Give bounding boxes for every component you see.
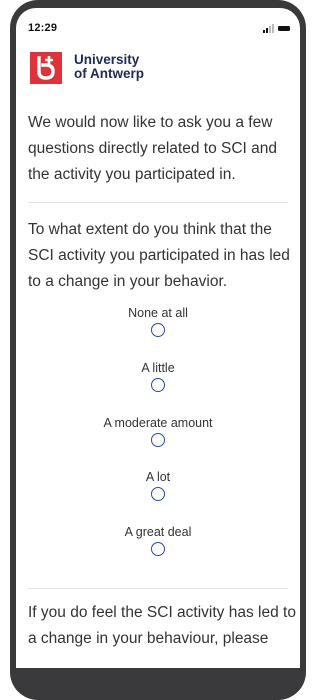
university-logo-icon — [30, 52, 62, 84]
divider — [28, 588, 288, 589]
option-label: A great deal — [124, 525, 192, 539]
option-label: A little — [141, 361, 175, 375]
logo-text-line2: of Antwerp — [74, 66, 144, 81]
radio-icon[interactable] — [151, 378, 165, 392]
status-time: 12:29 — [28, 22, 58, 34]
option-a-little[interactable]: A little — [16, 361, 300, 403]
divider — [28, 202, 288, 203]
status-bar: 12:29 — [16, 8, 300, 38]
university-logo: University of Antwerp — [30, 52, 180, 92]
logo-text-line1: University — [74, 52, 140, 67]
radio-icon[interactable] — [151, 433, 165, 447]
radio-icon[interactable] — [151, 487, 165, 501]
signal-icon — [263, 24, 274, 33]
intro-text: We would now like to ask you a few quest… — [28, 114, 277, 183]
option-label: None at all — [128, 306, 188, 320]
radio-icon[interactable] — [151, 323, 165, 337]
option-label: A moderate amount — [103, 416, 213, 430]
battery-icon — [278, 26, 290, 31]
option-none-at-all[interactable]: None at all — [16, 306, 300, 348]
option-a-lot[interactable]: A lot — [16, 470, 300, 512]
screen: 12:29 University of Antwerp We would now… — [16, 8, 300, 668]
radio-icon[interactable] — [151, 542, 165, 556]
question-text: To what extent do you think that the SCI… — [28, 221, 290, 290]
followup-question-text: If you do feel the SCI activity has led … — [28, 604, 296, 647]
option-a-moderate-amount[interactable]: A moderate amount — [16, 416, 300, 458]
option-label: A lot — [145, 470, 171, 484]
option-a-great-deal[interactable]: A great deal — [16, 525, 300, 567]
